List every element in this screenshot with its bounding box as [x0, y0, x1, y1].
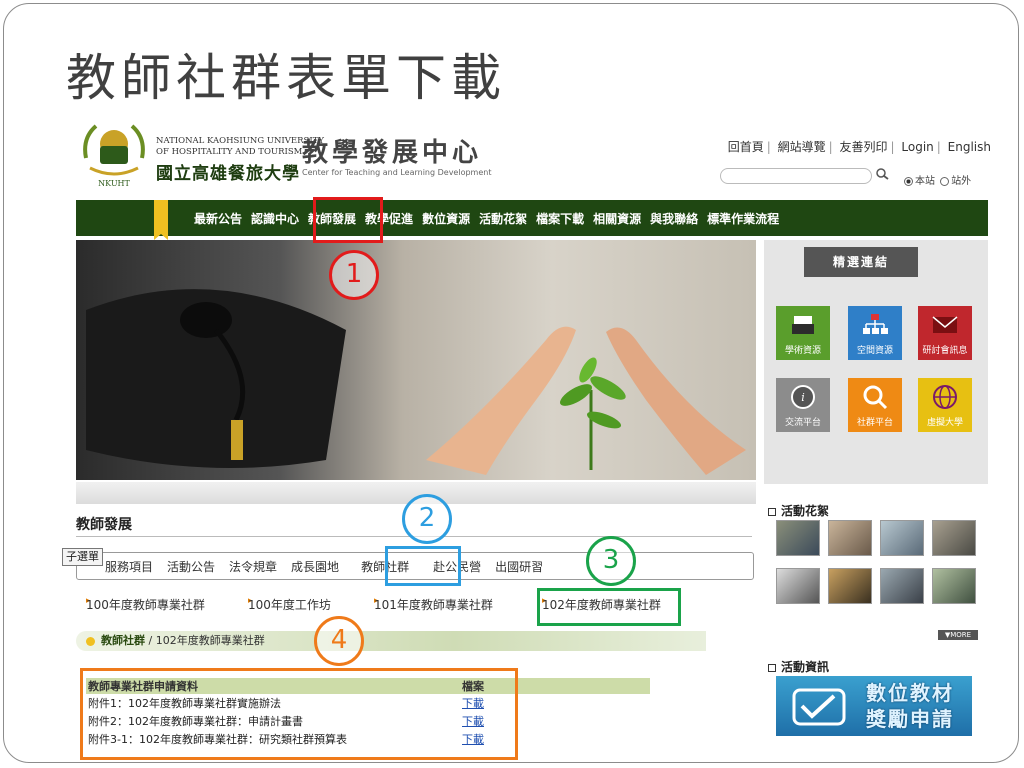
banner-image [76, 240, 756, 480]
scope-radio-external[interactable] [940, 176, 950, 186]
highlight-box-step2 [385, 546, 461, 586]
toplink-print[interactable]: 友善列印 [840, 138, 888, 155]
featured-links-panel: 精選連結 學術資源 空間資源 研討會訊息 i 交流平台 社群平台 虛擬大學 [764, 240, 988, 484]
nav-item-contact[interactable]: 與我聯絡 [650, 210, 698, 227]
more-button[interactable]: ▼MORE [938, 630, 978, 640]
magnifier-icon [863, 385, 888, 410]
svg-text:i: i [801, 391, 805, 404]
tile-virtual-university[interactable]: 虛擬大學 [918, 378, 972, 432]
step-marker-2: 2 [402, 494, 452, 544]
tile-space-resources[interactable]: 空間資源 [848, 306, 902, 360]
submenu-item-growth[interactable]: 成長園地 [291, 558, 339, 575]
hands-seedling-image [426, 326, 746, 475]
activity-info-title: 活動資訊 [768, 658, 829, 675]
submenu-item-regulations[interactable]: 法令規章 [229, 558, 277, 575]
toplink-login[interactable]: Login [901, 140, 933, 154]
envelope-icon [932, 316, 958, 333]
tile-label: 空間資源 [856, 346, 893, 356]
tile-community-platform[interactable]: 社群平台 [848, 378, 902, 432]
search-icon[interactable] [874, 167, 892, 181]
tile-academic-resources[interactable]: 學術資源 [776, 306, 830, 360]
slide-title: 教師社群表單下載 [66, 49, 506, 107]
activity-photo[interactable] [828, 568, 872, 604]
activity-photo[interactable] [828, 520, 872, 556]
site-logo[interactable]: NKUHT NATIONAL KAOHSIUNG UNIVERSITY OF H… [76, 116, 546, 196]
submenu-tag: 子選單 [62, 548, 103, 566]
activity-photo[interactable] [932, 520, 976, 556]
graduation-cap-image [86, 289, 346, 468]
tile-label: 社群平台 [856, 418, 893, 428]
nav-item-sop[interactable]: 標準作業流程 [707, 210, 779, 227]
nav-item-about[interactable]: 認識中心 [251, 210, 299, 227]
nav-item-digital[interactable]: 數位資源 [422, 210, 470, 227]
nav-bookmark-icon [154, 200, 168, 240]
nav-item-downloads[interactable]: 檔案下載 [536, 210, 584, 227]
toplink-home[interactable]: 回首頁 [728, 138, 764, 155]
globe-icon [933, 385, 957, 409]
nav-item-news[interactable]: 最新公告 [194, 210, 242, 227]
emblem-text: NKUHT [98, 179, 130, 188]
nav-item-gallery[interactable]: 活動花絮 [479, 210, 527, 227]
toplink-english[interactable]: English [948, 140, 991, 154]
activity-photo[interactable] [880, 520, 924, 556]
university-name-en: NATIONAL KAOHSIUNG UNIVERSITY OF HOSPITA… [156, 136, 324, 157]
promo-line-1: 數位教材 [866, 681, 954, 705]
breadcrumb-main[interactable]: 教師社群 [101, 634, 145, 647]
activities-title: 活動花絮 [768, 502, 829, 519]
highlight-box-step3 [537, 588, 681, 626]
ta-info-icon: i [791, 385, 815, 409]
top-links: 回首頁 | 網站導覽 | 友善列印 | Login | English [728, 138, 991, 155]
square-bullet-icon [768, 507, 776, 516]
university-emblem-icon: NKUHT [83, 124, 145, 188]
tile-label: 交流平台 [784, 418, 821, 428]
step-marker-3: 3 [586, 536, 636, 586]
separator: | [766, 140, 771, 154]
separator: | [936, 140, 941, 154]
promo-line-2: 獎勵申請 [866, 707, 954, 731]
scope-label-external: 站外 [951, 176, 972, 187]
tile-exchange-platform[interactable]: i 交流平台 [776, 378, 830, 432]
square-bullet-icon [768, 663, 776, 672]
tile-seminar-info[interactable]: 研討會訊息 [918, 306, 972, 360]
org-chart-icon [863, 314, 888, 334]
tile-label: 研討會訊息 [922, 346, 968, 356]
activity-photo[interactable] [776, 520, 820, 556]
website-screenshot: NKUHT NATIONAL KAOHSIUNG UNIVERSITY OF H… [62, 116, 991, 762]
highlight-box-step4 [80, 668, 518, 760]
toplink-sitemap[interactable]: 網站導覽 [778, 138, 826, 155]
university-name-zh: 國立高雄餐旅大學 [156, 164, 300, 184]
separator: | [828, 140, 833, 154]
highlight-box-step1 [313, 197, 383, 243]
digital-material-icon [792, 688, 846, 726]
bullet-dot-icon [86, 636, 95, 646]
slide-frame: 教師社群表單下載 NKUHT NATIONAL KAOHSIUNG UNIVER… [3, 3, 1019, 763]
submenu-item-services[interactable]: 服務項目 [105, 558, 153, 575]
promo-text: 數位教材 獎勵申請 [866, 680, 954, 732]
breadcrumb-sub: 102年度教師專業社群 [155, 634, 265, 647]
printer-icon [792, 316, 814, 334]
featured-links-title: 精選連結 [804, 247, 918, 277]
center-name-en: Center for Teaching and Learning Develop… [302, 168, 492, 177]
search-scope: 本站 站外 [902, 172, 971, 187]
activity-photo[interactable] [776, 568, 820, 604]
activity-photo[interactable] [932, 568, 976, 604]
step-marker-4: 4 [314, 616, 364, 666]
activity-photo[interactable] [880, 568, 924, 604]
main-nav: 最新公告 認識中心 教師發展 教學促進 數位資源 活動花絮 檔案下載 相關資源 … [76, 200, 988, 240]
section-title: 教師發展 [76, 517, 132, 533]
scope-radio-site[interactable] [904, 176, 913, 186]
submenu-item-abroad[interactable]: 出國研習 [495, 558, 543, 575]
submenu-item-announcements[interactable]: 活動公告 [167, 558, 215, 575]
separator: | [890, 140, 895, 154]
tile-label: 虛擬大學 [926, 418, 963, 428]
step-marker-1: 1 [329, 250, 379, 300]
promo-banner[interactable]: 數位教材 獎勵申請 [776, 676, 972, 736]
scope-label-site: 本站 [915, 176, 935, 187]
nav-item-resources[interactable]: 相關資源 [593, 210, 641, 227]
breadcrumb: 教師社群 / 102年度教師專業社群 [76, 631, 706, 651]
center-name-zh: 教學發展中心 [302, 138, 483, 168]
search-input[interactable] [720, 168, 872, 184]
tile-label: 學術資源 [784, 346, 821, 356]
